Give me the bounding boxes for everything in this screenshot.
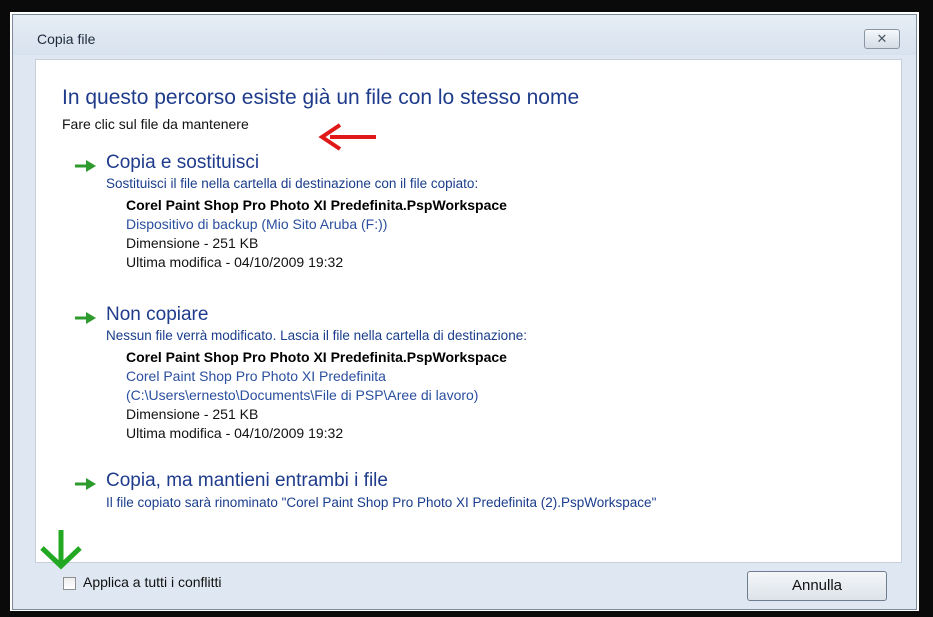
dialog-title: Copia file [37, 31, 96, 47]
green-right-arrow-icon [75, 160, 96, 172]
close-button[interactable]: ✕ [864, 29, 900, 49]
file-modified: Ultima modifica - 04/10/2009 19:32 [126, 425, 344, 441]
screen-frame-left [0, 0, 10, 617]
file-location-line1: Corel Paint Shop Pro Photo XI Predefinit… [126, 368, 386, 384]
option-description: Il file copiato sarà rinominato "Corel P… [106, 495, 657, 510]
file-location: Dispositivo di backup (Mio Sito Aruba (F… [126, 216, 388, 232]
apply-to-all-checkbox[interactable] [63, 577, 76, 590]
screen-frame-bottom [0, 611, 933, 617]
option-title: Non copiare [106, 304, 209, 325]
green-right-arrow-icon [75, 478, 96, 490]
green-down-arrow-icon [40, 530, 82, 570]
green-right-arrow-icon [75, 312, 96, 324]
dialog-titlebar[interactable]: Copia file ✕ [13, 15, 916, 55]
red-left-arrow-icon [318, 123, 376, 151]
option-description: Nessun file verrà modificato. Lascia il … [106, 328, 527, 343]
option-description: Sostituisci il file nella cartella di de… [106, 176, 479, 191]
option-title: Copia e sostituisci [106, 152, 260, 173]
file-modified: Ultima modifica - 04/10/2009 19:32 [126, 254, 344, 270]
dialog-footer: Applica a tutti i conflitti Annulla [13, 563, 916, 611]
file-size: Dimensione - 251 KB [126, 406, 259, 422]
screen-frame-right [919, 0, 933, 617]
screen-frame-top [0, 0, 933, 12]
file-size: Dimensione - 251 KB [126, 235, 259, 251]
file-location-line2: (C:\Users\ernesto\Documents\File di PSP\… [126, 387, 479, 403]
dialog-content: In questo percorso esiste già un file co… [35, 59, 902, 563]
copy-file-dialog: Copia file ✕ In questo percorso esiste g… [12, 14, 917, 610]
file-name: Corel Paint Shop Pro Photo XI Predefinit… [126, 349, 507, 365]
file-name: Corel Paint Shop Pro Photo XI Predefinit… [126, 197, 507, 213]
file-details: Corel Paint Shop Pro Photo XI Predefinit… [126, 196, 507, 272]
main-heading: In questo percorso esiste già un file co… [62, 86, 580, 109]
main-subheading: Fare clic sul file da mantenere [62, 116, 249, 132]
file-details: Corel Paint Shop Pro Photo XI Predefinit… [126, 348, 507, 443]
option-title: Copia, ma mantieni entrambi i file [106, 470, 388, 491]
apply-to-all-label[interactable]: Applica a tutti i conflitti [83, 574, 222, 590]
cancel-button[interactable]: Annulla [747, 571, 887, 601]
